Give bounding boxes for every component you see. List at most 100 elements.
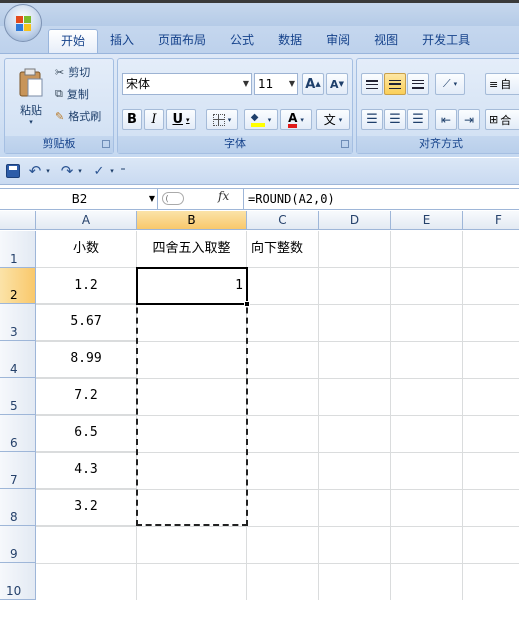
tab-insert[interactable]: 插入 — [98, 29, 146, 53]
align-bottom-icon — [412, 79, 424, 89]
undo-dropdown-icon[interactable]: ▾ — [44, 164, 52, 178]
row-header-8[interactable]: 8 — [0, 489, 36, 526]
shrink-font-button[interactable]: A ▼ — [326, 73, 348, 95]
tab-formulas[interactable]: 公式 — [218, 29, 266, 53]
formula-input[interactable]: =ROUND(A2,0) — [248, 189, 335, 209]
row-header-2[interactable]: 2 — [0, 268, 36, 304]
clipboard-caption: 剪贴板 — [5, 136, 113, 153]
clipboard-group: 粘贴 ▾ ✂ 剪切 ⧉ 复制 ✎ 格式刷 剪贴板 — [4, 58, 114, 154]
cut-button[interactable]: ✂ 剪切 — [55, 63, 90, 81]
cell-a3[interactable]: 5.67 — [36, 304, 137, 341]
cell-a5[interactable]: 7.2 — [36, 378, 137, 415]
font-group: 宋体 ▼ 11 ▼ A ▲ A ▼ B I U ▾ ▾ ◆ ▾ A ▾ 文 ▾ 字体 — [117, 58, 353, 154]
tab-page-layout[interactable]: 页面布局 — [146, 29, 218, 53]
chevron-down-icon: ▼ — [148, 194, 155, 203]
undo-icon[interactable]: ↶ — [26, 162, 44, 180]
align-middle-icon — [389, 79, 401, 89]
outdent-icon: ⇤ — [440, 112, 452, 127]
row-header-3[interactable]: 3 — [0, 304, 36, 341]
fill-bucket-icon: ◆ — [250, 112, 265, 127]
dialog-launcher-icon[interactable] — [102, 140, 110, 148]
cell-a1[interactable]: 小数 — [36, 231, 137, 268]
row-header-1[interactable]: 1 — [0, 231, 36, 268]
align-top-button[interactable] — [361, 73, 383, 95]
alignment-caption: 对齐方式 — [357, 136, 519, 153]
spelling-check-icon[interactable]: ✓ — [90, 162, 108, 180]
paste-icon — [19, 68, 43, 97]
cell-a2[interactable]: 1.2 — [36, 268, 137, 304]
row-header-5[interactable]: 5 — [0, 378, 36, 415]
tab-developer[interactable]: 开发工具 — [410, 29, 482, 53]
save-icon[interactable] — [6, 164, 20, 178]
borders-button[interactable]: ▾ — [206, 109, 238, 130]
cell-b1[interactable]: 四舍五入取整 — [137, 231, 247, 268]
border-grid-icon — [212, 113, 225, 126]
align-right-button[interactable]: ☰ — [407, 109, 429, 130]
align-bottom-button[interactable] — [407, 73, 429, 95]
cell-a6[interactable]: 6.5 — [36, 415, 137, 452]
chevron-down-icon: ▼ — [288, 79, 295, 88]
row-header-6[interactable]: 6 — [0, 415, 36, 452]
customize-qat-icon[interactable]: ⁼ — [118, 162, 128, 180]
col-header-d[interactable]: D — [319, 211, 391, 230]
align-middle-button[interactable] — [384, 73, 406, 95]
row-header-9[interactable]: 9 — [0, 526, 36, 563]
copy-button[interactable]: ⧉ 复制 — [55, 85, 89, 103]
merge-center-button[interactable]: ⊞ 合 — [485, 109, 519, 130]
cell-a4[interactable]: 8.99 — [36, 341, 137, 378]
insert-function-icon[interactable]: fx — [218, 189, 229, 203]
underline-button[interactable]: U ▾ — [166, 109, 196, 130]
row-header-4[interactable]: 4 — [0, 341, 36, 378]
office-button[interactable] — [4, 4, 42, 42]
grow-font-button[interactable]: A ▲ — [302, 73, 324, 95]
fill-handle[interactable] — [244, 301, 250, 307]
col-header-f[interactable]: F — [463, 211, 519, 230]
title-bar — [0, 0, 519, 26]
chevron-down-icon: ▼ — [242, 79, 249, 88]
cell-a8[interactable]: 3.2 — [36, 489, 137, 526]
tab-data[interactable]: 数据 — [266, 29, 314, 53]
decrease-indent-button[interactable]: ⇤ — [435, 109, 457, 130]
increase-indent-button[interactable]: ⇥ — [458, 109, 480, 130]
name-box[interactable]: B2 ▼ — [2, 189, 158, 209]
font-name-combo[interactable]: 宋体 ▼ — [122, 73, 252, 95]
col-header-a[interactable]: A — [36, 211, 137, 230]
cell-a7[interactable]: 4.3 — [36, 452, 137, 489]
format-painter-label: 格式刷 — [68, 110, 102, 123]
phonetic-button[interactable]: 文 ▾ — [316, 109, 350, 130]
cell-c1[interactable]: 向下整数 — [247, 231, 319, 268]
copy-icon: ⧉ — [55, 87, 63, 100]
row-header-10[interactable]: 10 — [0, 563, 36, 600]
fill-color-button[interactable]: ◆ ▾ — [244, 109, 278, 130]
tab-home[interactable]: 开始 — [48, 29, 99, 53]
align-left-button[interactable]: ☰ — [361, 109, 383, 130]
wrap-icon: ≡ — [489, 77, 499, 91]
spelling-dropdown-icon[interactable]: ▾ — [108, 164, 116, 178]
scissors-icon: ✂ — [55, 65, 65, 79]
italic-button[interactable]: I — [144, 109, 164, 130]
row-header-7[interactable]: 7 — [0, 452, 36, 489]
font-color-button[interactable]: A ▾ — [280, 109, 312, 130]
format-painter-button[interactable]: ✎ 格式刷 — [55, 107, 101, 125]
redo-icon[interactable]: ↷ — [58, 162, 76, 180]
redo-dropdown-icon[interactable]: ▾ — [76, 164, 84, 178]
dialog-launcher-icon[interactable] — [341, 140, 349, 148]
tab-view[interactable]: 视图 — [362, 29, 410, 53]
formula-expand-icon[interactable]: ( — [162, 192, 184, 205]
col-header-b[interactable]: B — [137, 211, 247, 230]
tab-review[interactable]: 审阅 — [314, 29, 362, 53]
align-center-button[interactable]: ☰ — [384, 109, 406, 130]
align-left-icon: ☰ — [366, 112, 378, 127]
wrap-text-button[interactable]: ≡ 自 — [485, 73, 519, 95]
indent-icon: ⇥ — [463, 112, 475, 127]
paste-button[interactable]: 粘贴 ▾ — [11, 63, 51, 131]
col-header-c[interactable]: C — [247, 211, 319, 230]
bold-button[interactable]: B — [122, 109, 142, 130]
select-all-corner[interactable] — [0, 211, 36, 230]
cell-b2-active[interactable]: 1 — [136, 267, 248, 305]
font-size-combo[interactable]: 11 ▼ — [254, 73, 298, 95]
col-header-e[interactable]: E — [391, 211, 463, 230]
cut-label: 剪切 — [68, 66, 91, 79]
orientation-button[interactable]: ⟋ ▾ — [435, 73, 465, 95]
formula-bar: B2 ▼ ( fx =ROUND(A2,0) — [0, 188, 519, 210]
